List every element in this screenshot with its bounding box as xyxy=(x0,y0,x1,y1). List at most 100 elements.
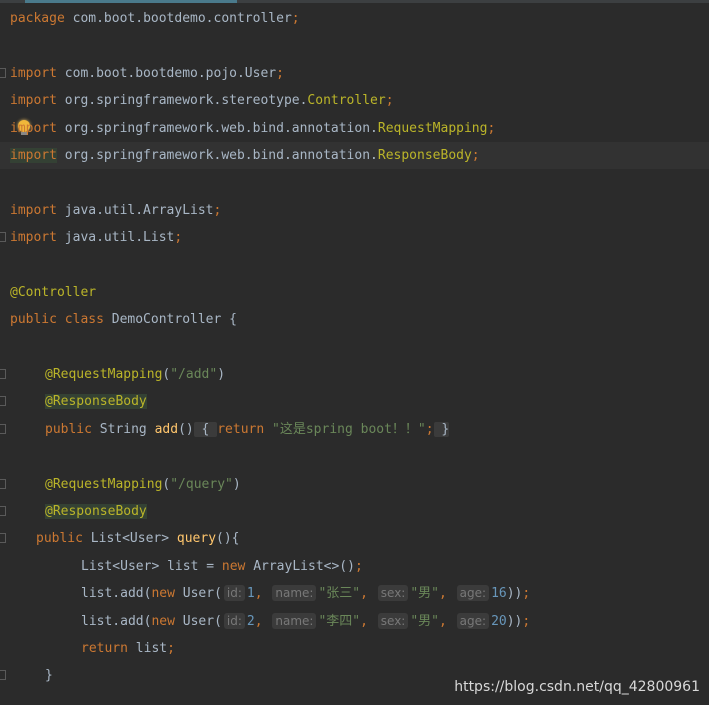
code-token: return xyxy=(217,421,273,437)
code-token: , xyxy=(360,586,376,602)
code-token: ; xyxy=(522,586,531,602)
code-token: public xyxy=(45,421,100,437)
code-line[interactable]: public List<User> query(){ xyxy=(0,525,709,552)
code-line[interactable]: @RequestMapping("/add") xyxy=(0,361,709,388)
fold-marker-icon[interactable] xyxy=(0,478,6,489)
code-line[interactable]: import java.util.ArrayList; xyxy=(0,197,709,224)
code-text: import org.springframework.web.bind.anno… xyxy=(10,115,495,142)
code-token: ; xyxy=(291,11,300,26)
code-line[interactable] xyxy=(0,334,709,361)
fold-marker-icon[interactable] xyxy=(0,506,6,517)
code-token: String xyxy=(99,421,155,437)
code-line[interactable]: import java.util.List; xyxy=(0,224,709,251)
code-line[interactable] xyxy=(0,252,709,279)
parameter-hint: name: xyxy=(272,585,317,602)
code-token: new xyxy=(151,586,183,602)
code-token: package xyxy=(10,11,65,26)
code-token: new xyxy=(221,558,254,574)
code-token: "李四" xyxy=(318,613,361,629)
code-token: ; xyxy=(174,230,183,246)
code-token: public class xyxy=(10,312,112,328)
fold-marker-icon[interactable] xyxy=(0,369,6,380)
code-token: ; xyxy=(487,120,496,136)
code-text: import java.util.ArrayList; xyxy=(10,197,221,224)
code-token: ; xyxy=(425,421,434,437)
code-token: import xyxy=(10,230,57,246)
code-token: public xyxy=(36,531,91,547)
code-line[interactable]: List<User> list = new ArrayList<>(); xyxy=(0,553,709,580)
code-token: (){ xyxy=(216,531,240,547)
code-token: ; xyxy=(167,640,175,656)
code-token: DemoController { xyxy=(111,312,237,328)
code-token: )) xyxy=(506,613,523,629)
parameter-hint: id: xyxy=(223,585,245,602)
code-token: query xyxy=(176,531,217,547)
code-token: import xyxy=(10,202,57,218)
code-line[interactable]: list.add(new User(id: 1, name: "张三", sex: "… xyxy=(0,580,709,607)
code-token: import xyxy=(10,120,57,136)
fold-marker-icon[interactable] xyxy=(0,67,6,78)
fold-marker-icon[interactable] xyxy=(0,396,6,407)
code-token: "/add" xyxy=(170,367,218,383)
code-token: import xyxy=(10,93,57,109)
code-token: "男" xyxy=(410,613,440,629)
code-line[interactable]: @Controller xyxy=(0,279,709,306)
code-token: ; xyxy=(522,613,531,629)
code-token: "/query" xyxy=(170,476,233,492)
code-line[interactable]: package com.boot.bootdemo.controller; xyxy=(0,5,709,32)
watermark: https://blog.csdn.net/qq_42800961 xyxy=(454,679,700,695)
active-tab-indicator[interactable] xyxy=(25,0,237,3)
code-text: import com.boot.bootdemo.pojo.User; xyxy=(10,60,284,87)
code-token: org.springframework.web.bind.annotation. xyxy=(56,147,378,163)
code-token: @Controller xyxy=(10,284,97,300)
code-line[interactable]: @RequestMapping("/query") xyxy=(0,471,709,498)
code-token: return xyxy=(81,640,136,656)
code-line[interactable]: import org.springframework.stereotype.Co… xyxy=(0,87,709,114)
code-text: public List<User> query(){ xyxy=(36,525,240,552)
code-token: ; xyxy=(276,65,284,81)
code-text: @Controller xyxy=(10,279,96,306)
code-token: )) xyxy=(506,586,523,602)
code-line[interactable]: list.add(new User(id: 2, name: "李四", sex: "… xyxy=(0,608,709,635)
code-token: { xyxy=(193,421,218,437)
code-token: } xyxy=(45,668,53,684)
code-line[interactable]: public String add() { return "这是spring b… xyxy=(0,416,709,443)
parameter-hint: sex: xyxy=(377,585,409,602)
code-line[interactable] xyxy=(0,443,709,470)
code-token: , xyxy=(254,613,271,629)
code-line[interactable]: import org.springframework.web.bind.anno… xyxy=(0,115,709,142)
code-line[interactable] xyxy=(0,32,709,59)
code-token: ; xyxy=(471,147,480,163)
fold-marker-icon[interactable] xyxy=(0,533,6,544)
code-token: User( xyxy=(182,613,222,629)
code-token: ) xyxy=(232,476,241,492)
code-token: list.add( xyxy=(81,586,152,602)
fold-marker-icon[interactable] xyxy=(0,423,6,434)
code-token: 1 xyxy=(246,586,255,602)
code-token: ArrayList<>() xyxy=(253,558,355,574)
code-token: RequestMapping xyxy=(377,120,488,136)
code-token: } xyxy=(433,421,450,437)
code-text: return list; xyxy=(81,635,175,662)
code-token: "张三" xyxy=(318,586,361,602)
code-token: list xyxy=(135,640,168,656)
code-token: , xyxy=(360,613,376,629)
code-text: @ResponseBody xyxy=(45,498,147,525)
fold-marker-icon[interactable] xyxy=(0,232,6,243)
code-line[interactable]: import org.springframework.web.bind.anno… xyxy=(0,141,709,170)
code-token: 16 xyxy=(491,586,507,602)
code-token: ; xyxy=(213,202,222,218)
code-line[interactable]: return list; xyxy=(0,635,709,662)
code-line[interactable] xyxy=(0,169,709,196)
code-line[interactable]: @ResponseBody xyxy=(0,498,709,525)
code-token: ; xyxy=(385,93,394,109)
code-text: package com.boot.bootdemo.controller; xyxy=(10,5,300,32)
code-text: list.add(new User(id: 2, name: "李四", sex: "… xyxy=(81,608,530,635)
code-editor[interactable]: package com.boot.bootdemo.controller; imp… xyxy=(0,5,709,690)
parameter-hint: name: xyxy=(272,612,317,629)
code-line[interactable]: public class DemoController { xyxy=(0,306,709,333)
code-line[interactable]: import com.boot.bootdemo.pojo.User; xyxy=(0,60,709,87)
fold-marker-icon[interactable] xyxy=(0,670,6,681)
code-token: list.add( xyxy=(81,613,152,629)
code-line[interactable]: @ResponseBody xyxy=(0,388,709,415)
